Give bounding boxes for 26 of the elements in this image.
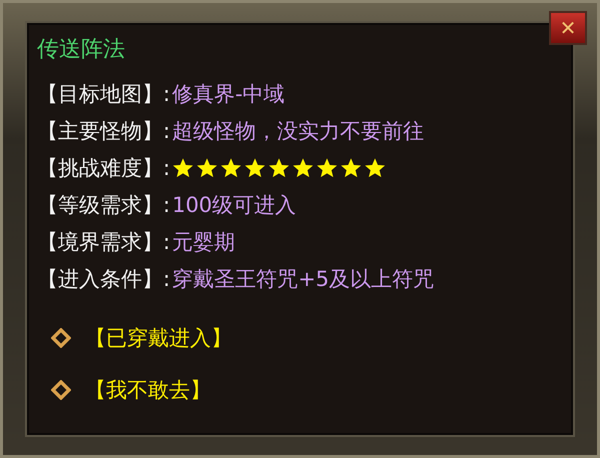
field-label: 【目标地图】: [37,81,170,108]
option-link[interactable]: 【我不敢去】 [85,376,211,404]
field-value: 元婴期 [172,229,236,256]
field-value: 穿戴圣王符咒+5及以上符咒 [172,266,434,293]
star-icon [316,157,338,179]
star-icon [196,157,218,179]
star-icon [364,157,386,179]
star-icon [172,157,194,179]
field-label: 【境界需求】: [37,229,170,256]
star-icon [244,157,266,179]
field-label: 【进入条件】: [37,266,170,293]
diamond-icon [51,328,71,348]
field-label: 【主要怪物】: [37,118,170,145]
star-icon [292,157,314,179]
field-value: 100级可进入 [172,192,296,219]
field-label: 【等级需求】: [37,192,170,219]
field-label: 【挑战难度】: [37,155,170,182]
dialog-title: 传送阵法 [37,36,126,64]
field-value: 超级怪物，没实力不要前往 [172,118,424,145]
field-value: 修真界-中域 [172,81,285,108]
option-link[interactable]: 【已穿戴进入】 [85,324,232,352]
star-icon [220,157,242,179]
star-icon [268,157,290,179]
diamond-icon [51,380,71,400]
close-button[interactable]: ✕ [549,11,587,45]
star-icon [340,157,362,179]
